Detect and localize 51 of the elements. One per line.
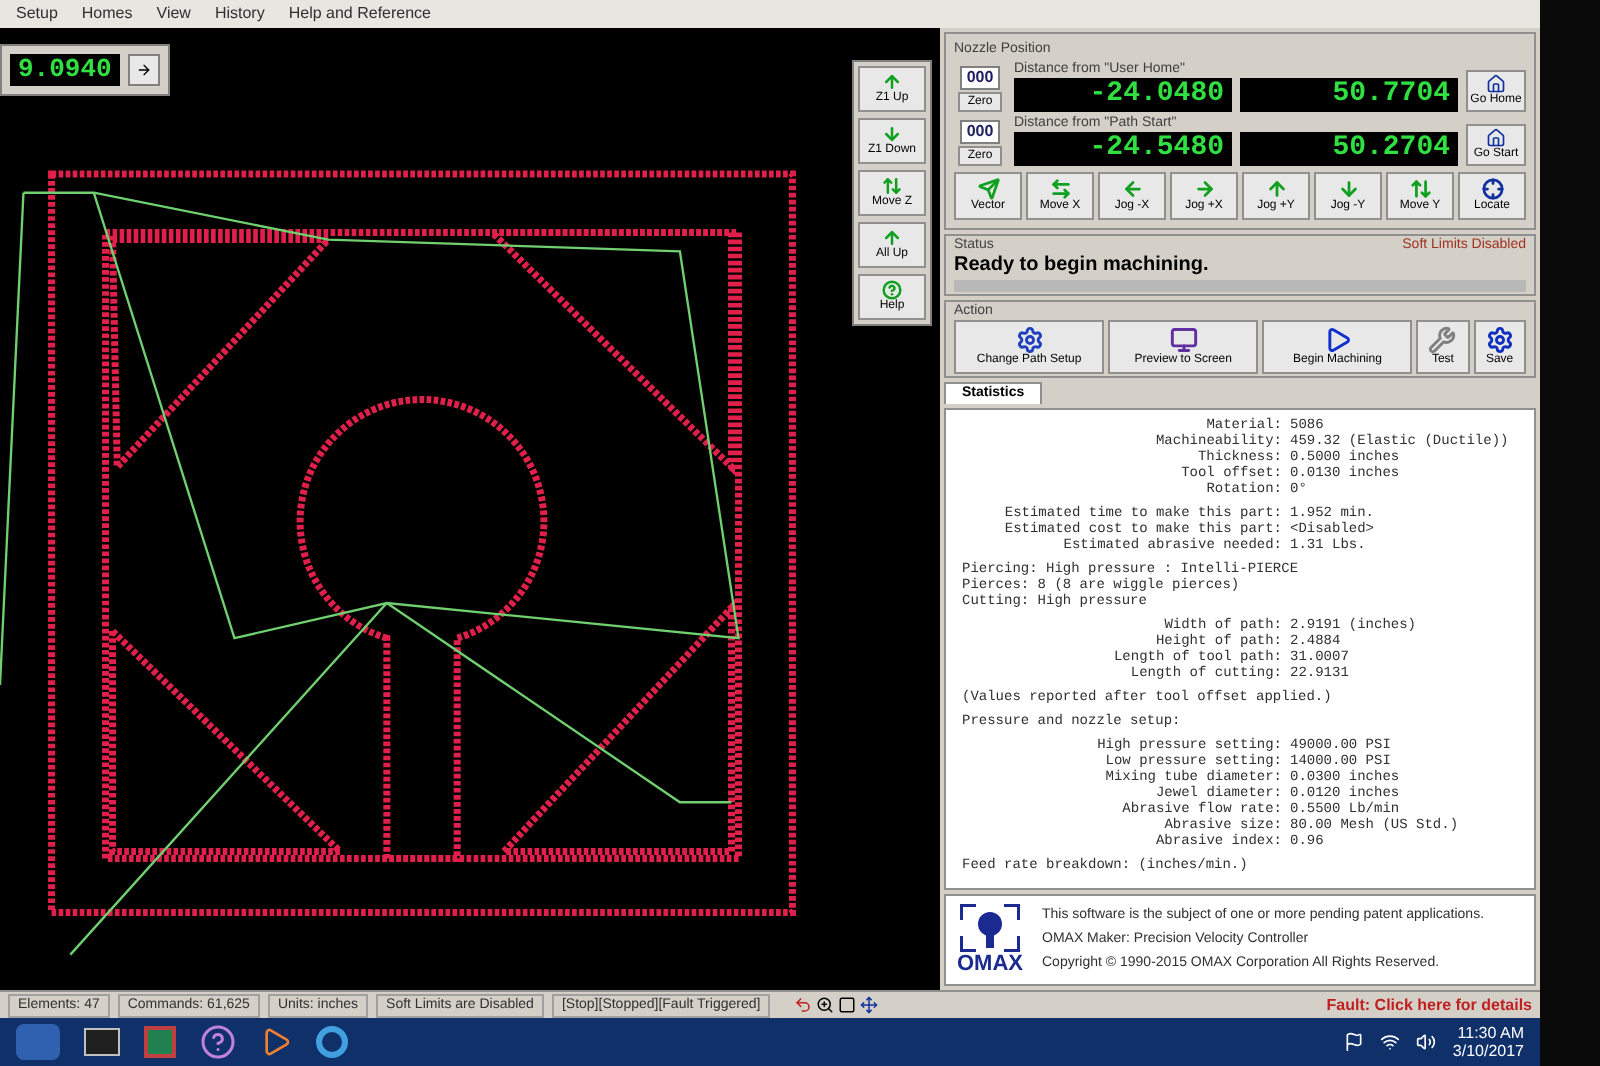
help-icon — [882, 280, 902, 300]
up-down-arrow-icon — [882, 176, 902, 196]
wrench-icon — [1428, 326, 1457, 354]
x-coordinate-display: -24.5480 — [1014, 132, 1232, 166]
crosshair-icon — [1481, 178, 1503, 200]
counter-display: 000 — [960, 66, 1000, 90]
x-coordinate-display: -24.0480 — [1014, 78, 1232, 112]
square-icon[interactable] — [838, 996, 857, 1014]
y-coordinate-display: 50.7704 — [1240, 78, 1458, 112]
counter-display: 000 — [960, 120, 1000, 144]
speaker-icon[interactable] — [1416, 1032, 1437, 1052]
arrow-button[interactable] — [127, 54, 160, 86]
clock-time: 11:30 AM — [1457, 1024, 1524, 1042]
menu-item[interactable]: Help and Reference — [288, 4, 431, 24]
fault-link[interactable]: Fault: Click here for details — [1326, 995, 1532, 1015]
start-button[interactable] — [16, 1024, 60, 1060]
gear-icon — [1485, 326, 1514, 354]
window-app-icon[interactable] — [84, 1028, 120, 1056]
readout-value: 9.0940 — [10, 54, 120, 86]
left-arrow-icon — [1121, 178, 1143, 200]
down-arrow-icon — [882, 124, 902, 144]
logo-text: OMAX — [957, 952, 1023, 976]
right-arrow-icon — [1193, 178, 1215, 200]
undo-icon[interactable] — [794, 996, 813, 1014]
monitor-icon — [1169, 326, 1198, 354]
zoom-icon[interactable] — [816, 996, 835, 1014]
menu-item[interactable]: Homes — [81, 4, 133, 24]
up-down-arrow-icon — [1409, 178, 1431, 200]
clock-date: 3/10/2017 — [1452, 1042, 1524, 1060]
play-icon[interactable] — [260, 1026, 292, 1058]
play-icon — [1323, 326, 1352, 354]
up-arrow-icon — [882, 72, 902, 92]
flag-icon[interactable] — [1344, 1032, 1365, 1052]
down-arrow-icon — [1337, 178, 1359, 200]
y-coordinate-display: 50.2704 — [1240, 132, 1458, 166]
network-icon[interactable] — [1380, 1032, 1401, 1052]
menu-item[interactable]: History — [214, 4, 265, 24]
browser-icon[interactable] — [316, 1026, 348, 1058]
right-arrow-icon — [135, 62, 152, 78]
status-message: Ready to begin machining. — [954, 254, 1211, 278]
left-right-arrow-icon — [1049, 178, 1071, 200]
menu-item[interactable]: Setup — [16, 4, 58, 24]
move-icon[interactable] — [860, 996, 879, 1014]
up-arrow-icon — [1265, 178, 1287, 200]
help-icon[interactable] — [200, 1024, 236, 1060]
menu-item[interactable]: View — [156, 4, 191, 24]
pointer-icon — [977, 178, 999, 200]
home-icon — [1486, 74, 1506, 94]
keyhole-logo-icon — [960, 904, 1020, 952]
up-arrow-icon — [882, 228, 902, 248]
home-icon — [1486, 128, 1506, 148]
